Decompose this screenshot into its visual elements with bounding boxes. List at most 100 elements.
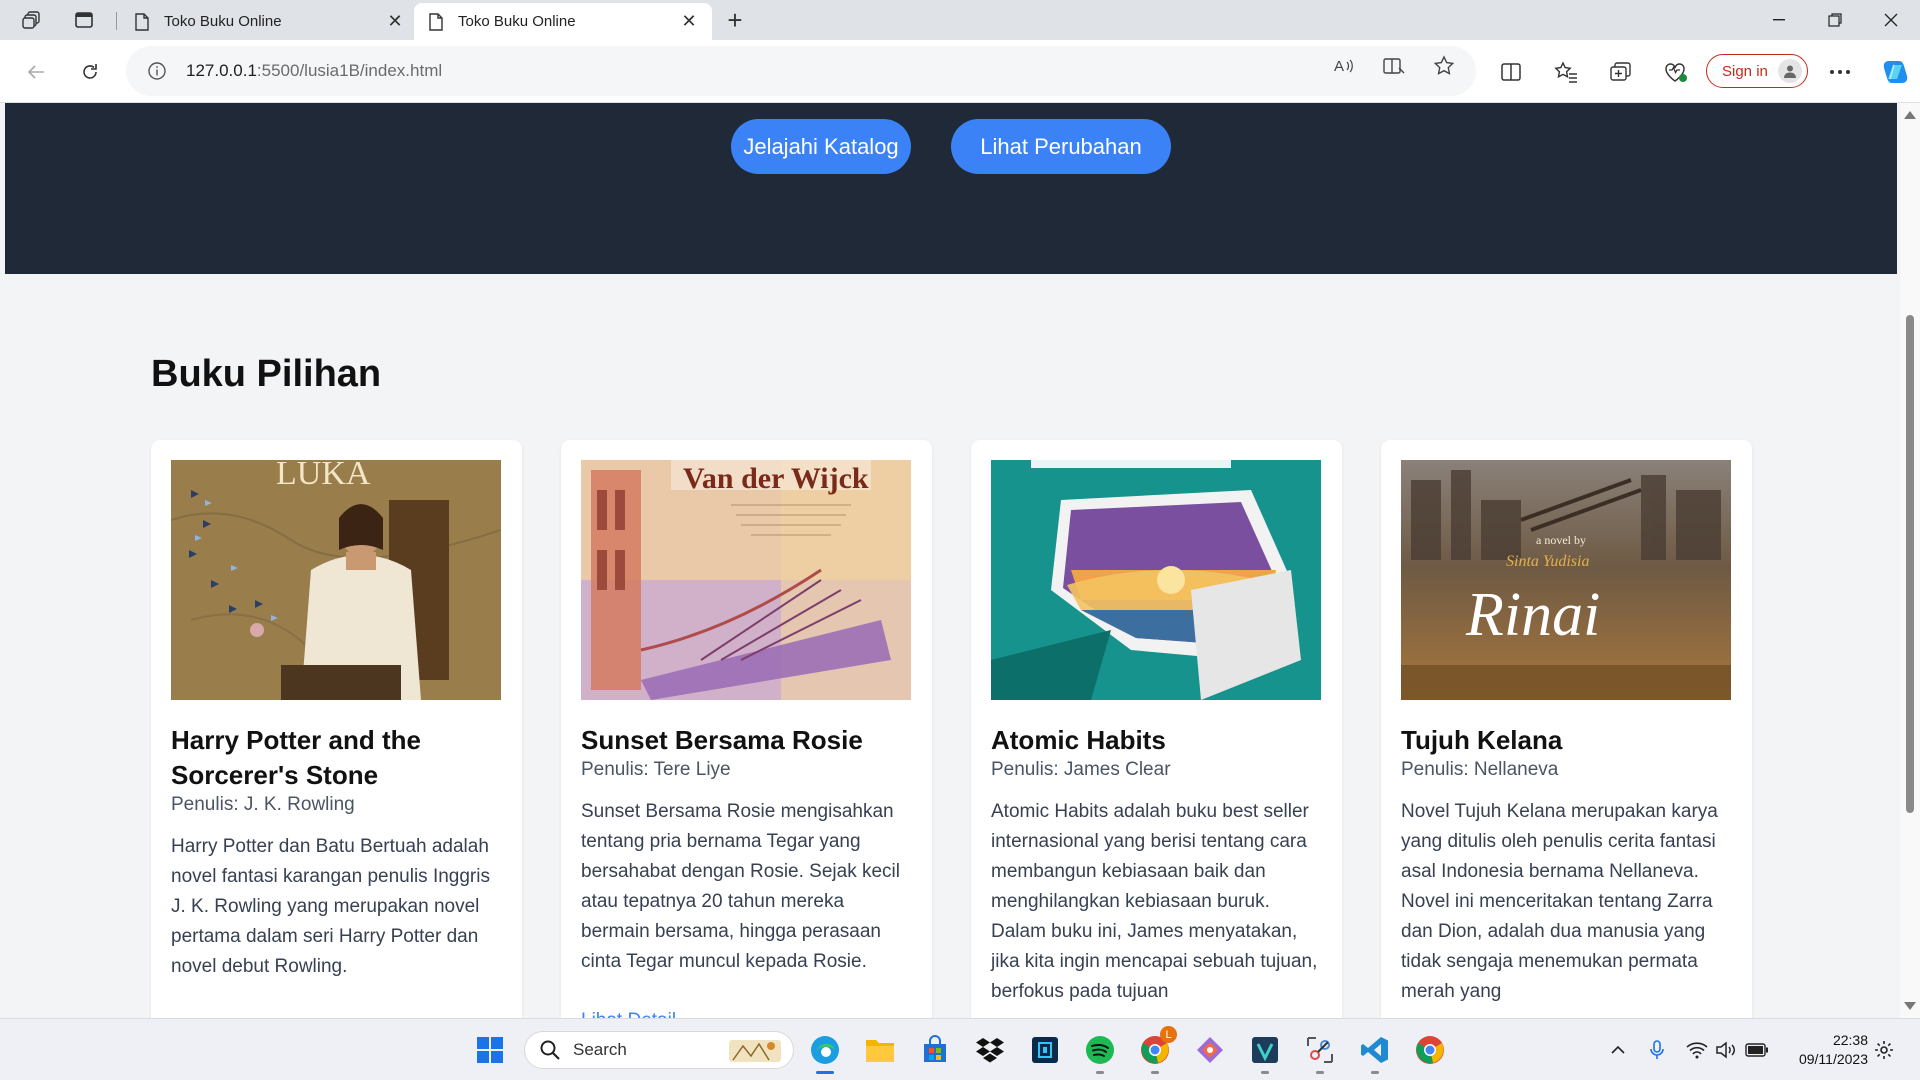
browser-toolbar: 127.0.0.1:5500/lusia1B/index.html A Sign…: [0, 40, 1920, 103]
tab-inactive[interactable]: Toko Buku Online ✕: [120, 3, 418, 40]
dropbox-icon[interactable]: [970, 1030, 1010, 1070]
book-description: Harry Potter dan Batu Bertuah adalah nov…: [171, 836, 490, 977]
clock-time: 22:38: [1832, 1032, 1868, 1048]
book-description: Novel Tujuh Kelana merupakan karya yang …: [1401, 801, 1718, 1002]
view-changes-button[interactable]: Lihat Perubahan: [951, 119, 1171, 174]
vertical-scrollbar[interactable]: [1900, 103, 1920, 1018]
book-title: Tujuh Kelana: [1401, 725, 1563, 755]
tab-title: Toko Buku Online: [458, 13, 576, 30]
book-card[interactable]: Van der Wijck Sunset Bersama Rosie Penul…: [561, 440, 932, 1018]
url-text[interactable]: 127.0.0.1:5500/lusia1B/index.html: [186, 61, 442, 81]
tab-separator: [116, 12, 117, 30]
book-author: Penulis: J. K. Rowling: [171, 794, 355, 815]
book-cover-image[interactable]: Van der Wijck: [581, 460, 911, 700]
book-cover-image[interactable]: a novel by Sinta Yudisia Rinai: [1401, 460, 1731, 700]
close-window-icon[interactable]: [1863, 0, 1919, 40]
chrome-icon[interactable]: [1410, 1030, 1450, 1070]
split-screen-icon[interactable]: [1496, 58, 1526, 86]
page-viewport: Jelajahi Katalog Lihat Perubahan Buku Pi…: [0, 103, 1900, 1018]
book-title: Sunset Bersama Rosie: [581, 725, 863, 755]
page-icon: [426, 12, 446, 32]
restore-icon[interactable]: [1807, 0, 1863, 40]
collections-icon[interactable]: [1606, 58, 1636, 86]
address-bar[interactable]: 127.0.0.1:5500/lusia1B/index.html: [126, 46, 1476, 96]
copilot-icon[interactable]: [1878, 55, 1912, 89]
chrome-profile-icon[interactable]: L: [1135, 1026, 1177, 1074]
url-path: :5500/lusia1B/index.html: [256, 61, 443, 80]
clock[interactable]: 22:38 09/11/2023: [1786, 1031, 1868, 1069]
microsoft-store-icon[interactable]: [915, 1030, 955, 1070]
sign-in-button[interactable]: Sign in: [1706, 54, 1808, 88]
back-icon[interactable]: [18, 54, 54, 90]
tab-actions-icon[interactable]: [66, 6, 102, 34]
microphone-icon[interactable]: [1645, 1039, 1669, 1061]
cover-small-text: a novel by: [1536, 533, 1586, 547]
view-detail-link[interactable]: Lihat Detail: [581, 1010, 676, 1018]
tab-strip: Toko Buku Online ✕ Toko Buku Online ✕ +: [0, 0, 1920, 40]
book-card[interactable]: Atomic Habits Penulis: James Clear Atomi…: [971, 440, 1342, 1018]
git-icon[interactable]: [1190, 1030, 1230, 1070]
book-author: Penulis: James Clear: [991, 759, 1171, 780]
book-title: Harry Potter and the Sorcerer's Stone: [171, 725, 421, 790]
profile-badge: L: [1160, 1026, 1177, 1043]
taskbar-search-box[interactable]: Search: [524, 1031, 794, 1069]
running-indicator: [816, 1071, 834, 1074]
book-title: Atomic Habits: [991, 725, 1166, 755]
running-indicator: [1261, 1071, 1269, 1074]
app-icon[interactable]: [1025, 1030, 1065, 1070]
running-indicator: [1151, 1071, 1159, 1074]
app-icon[interactable]: [1245, 1030, 1285, 1074]
clock-date: 09/11/2023: [1798, 1051, 1868, 1067]
book-description: Sunset Bersama Rosie mengisahkan tentang…: [581, 801, 900, 972]
file-explorer-icon[interactable]: [860, 1030, 900, 1070]
running-indicator: [1096, 1071, 1104, 1074]
minimize-icon[interactable]: [1751, 0, 1807, 40]
favorite-star-icon[interactable]: [1430, 53, 1458, 79]
tab-active[interactable]: Toko Buku Online ✕: [414, 3, 712, 40]
edge-icon[interactable]: [805, 1030, 845, 1074]
search-label: Search: [573, 1040, 627, 1059]
wifi-icon[interactable]: [1685, 1039, 1709, 1061]
immersive-reader-icon[interactable]: [1380, 53, 1408, 79]
browser-essentials-icon[interactable]: [1661, 58, 1691, 86]
scrollbar-thumb[interactable]: [1906, 315, 1914, 813]
favorites-icon[interactable]: [1551, 58, 1581, 86]
book-card[interactable]: a novel by Sinta Yudisia Rinai Tujuh Kel…: [1381, 440, 1752, 1018]
new-tab-icon[interactable]: +: [720, 5, 750, 35]
taskbar: Search L 22:38 09/11/2023: [0, 1018, 1920, 1080]
volume-icon[interactable]: [1714, 1039, 1738, 1061]
more-icon[interactable]: [1825, 58, 1855, 86]
close-tab-icon[interactable]: ✕: [384, 11, 406, 33]
start-icon[interactable]: [470, 1030, 510, 1070]
spotify-icon[interactable]: [1080, 1030, 1120, 1074]
page-icon: [132, 12, 152, 32]
cover-author-text: Sinta Yudisia: [1506, 553, 1589, 570]
profile-avatar-icon: [1778, 59, 1802, 83]
vscode-icon[interactable]: [1355, 1030, 1395, 1074]
svg-text:A: A: [1334, 58, 1344, 75]
explore-catalog-button[interactable]: Jelajahi Katalog: [731, 119, 911, 174]
running-indicator: [1316, 1071, 1324, 1074]
refresh-icon[interactable]: [72, 54, 108, 90]
battery-icon[interactable]: [1745, 1039, 1769, 1061]
running-indicator: [1371, 1071, 1379, 1074]
book-author: Penulis: Tere Liye: [581, 759, 731, 780]
show-hidden-icons-icon[interactable]: [1606, 1039, 1630, 1061]
book-card[interactable]: LUKA Harry Potter and the Sorcerer's Sto…: [151, 440, 522, 1018]
url-host: 127.0.0.1: [186, 61, 257, 80]
read-aloud-icon[interactable]: A: [1330, 53, 1358, 79]
site-info-icon[interactable]: [146, 60, 168, 82]
book-cover-image[interactable]: LUKA: [171, 460, 501, 700]
snipping-tool-icon[interactable]: [1300, 1030, 1340, 1074]
workspaces-icon[interactable]: [14, 6, 50, 34]
book-cover-image[interactable]: [991, 460, 1321, 700]
book-description: Atomic Habits adalah buku best seller in…: [991, 801, 1318, 1002]
scroll-up-icon[interactable]: [1904, 111, 1916, 119]
notification-settings-icon[interactable]: [1872, 1039, 1896, 1061]
scroll-down-icon[interactable]: [1904, 1002, 1916, 1010]
close-tab-icon[interactable]: ✕: [678, 11, 700, 33]
search-icon: [540, 1040, 560, 1060]
cover-title-text: LUKA: [276, 460, 371, 492]
cover-title-text: Rinai: [1465, 581, 1600, 649]
tab-title: Toko Buku Online: [164, 13, 282, 30]
